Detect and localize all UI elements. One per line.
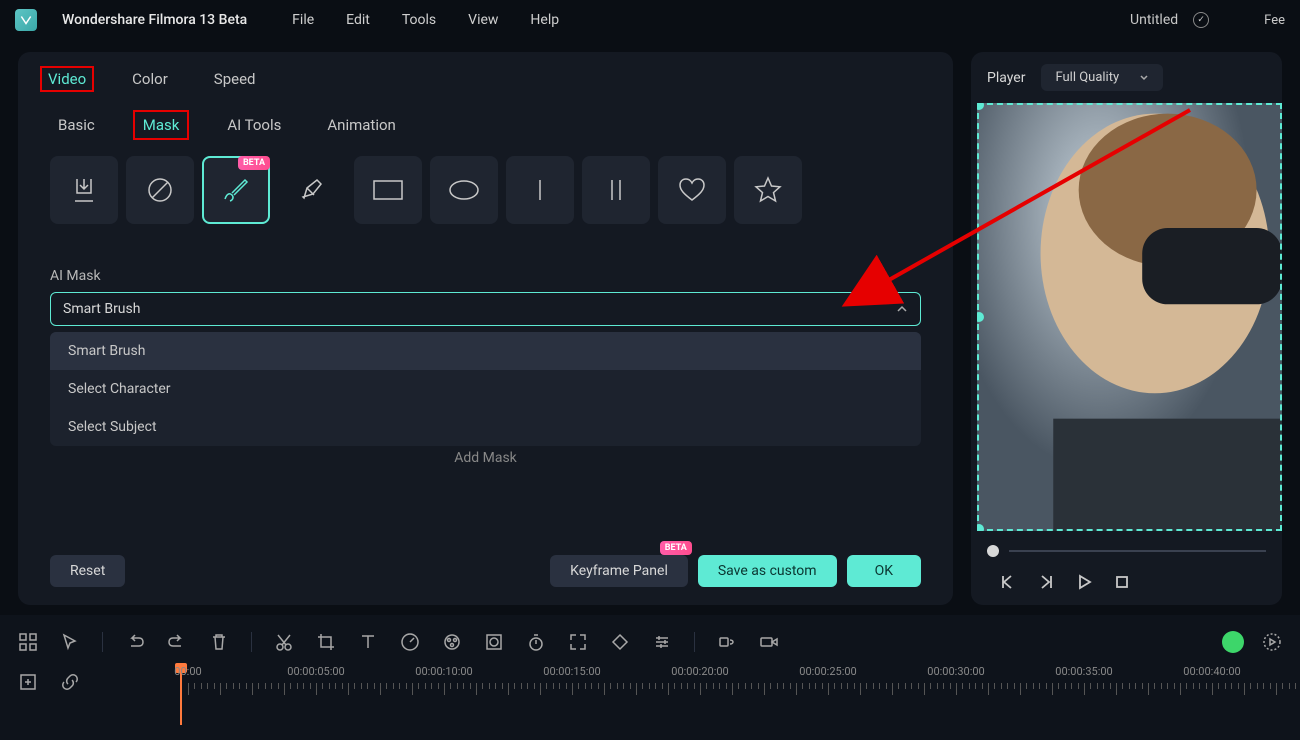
- keyframe-panel-button[interactable]: Keyframe Panel: [550, 555, 688, 587]
- time-label: 00:00:10:00: [415, 665, 472, 678]
- ai-mask-dropdown[interactable]: Smart Brush: [50, 292, 921, 326]
- time-label: 00:00:05:00: [287, 665, 344, 678]
- time-label: 00:00:30:00: [927, 665, 984, 678]
- top-menu-bar: Wondershare Filmora 13 Beta File Edit To…: [0, 0, 1300, 40]
- time-label: 00:00:25:00: [799, 665, 856, 678]
- menu-tools[interactable]: Tools: [402, 12, 436, 28]
- scrub-handle[interactable]: [987, 545, 999, 557]
- timeline: 00:00 00:00:05:00 00:00:10:00 00:00:15:0…: [0, 615, 1300, 740]
- ai-mask-dropdown-list: Smart Brush Select Character Select Subj…: [50, 332, 921, 446]
- adjust-icon[interactable]: [652, 632, 672, 652]
- reset-button[interactable]: Reset: [50, 555, 125, 587]
- delete-icon[interactable]: [209, 632, 229, 652]
- cursor-icon[interactable]: [60, 632, 80, 652]
- mask-star-icon[interactable]: [734, 156, 802, 224]
- record-icon[interactable]: [759, 632, 779, 652]
- time-label: 00:00: [174, 665, 201, 678]
- voiceover-icon[interactable]: [717, 632, 737, 652]
- render-icon[interactable]: [1262, 632, 1282, 652]
- step-forward-icon[interactable]: [1037, 573, 1055, 591]
- subtab-mask[interactable]: Mask: [133, 110, 190, 140]
- redo-icon[interactable]: [167, 632, 187, 652]
- time-label: 00:00:40:00: [1183, 665, 1240, 678]
- ai-mask-label: AI Mask: [18, 238, 953, 292]
- crop-icon[interactable]: [316, 632, 336, 652]
- app-logo: [15, 9, 37, 31]
- tab-video[interactable]: Video: [40, 66, 94, 92]
- beta-badge: BETA: [238, 156, 270, 170]
- menu-file[interactable]: File: [292, 12, 314, 28]
- properties-panel: Video Color Speed Basic Mask AI Tools An…: [18, 52, 953, 605]
- menu-view[interactable]: View: [468, 12, 498, 28]
- mask-ellipse-icon[interactable]: [430, 156, 498, 224]
- option-smart-brush[interactable]: Smart Brush: [50, 332, 921, 370]
- tab-color[interactable]: Color: [124, 66, 176, 92]
- subtab-ai-tools[interactable]: AI Tools: [219, 112, 289, 138]
- feedback-button[interactable]: Fee: [1264, 13, 1285, 28]
- mask-pen-icon[interactable]: [278, 156, 346, 224]
- mask-none-icon[interactable]: [126, 156, 194, 224]
- scrub-bar[interactable]: [971, 531, 1282, 563]
- player-panel: Player Full Quality: [971, 52, 1282, 605]
- time-label: 00:00:35:00: [1055, 665, 1112, 678]
- quality-dropdown[interactable]: Full Quality: [1041, 64, 1163, 91]
- prev-frame-icon[interactable]: [999, 573, 1017, 591]
- menu-edit[interactable]: Edit: [346, 12, 370, 28]
- mask-heart-icon[interactable]: [658, 156, 726, 224]
- preview-viewport[interactable]: [977, 103, 1282, 531]
- layout-icon[interactable]: [18, 632, 38, 652]
- time-label: 00:00:15:00: [543, 665, 600, 678]
- expand-icon[interactable]: [568, 632, 588, 652]
- keyframe-beta-badge: BETA: [660, 541, 692, 555]
- keyframe-icon[interactable]: [610, 632, 630, 652]
- player-label: Player: [987, 70, 1025, 86]
- option-select-character[interactable]: Select Character: [50, 370, 921, 408]
- document-title: Untitled: [1130, 12, 1178, 28]
- mask-double-line-icon[interactable]: [582, 156, 650, 224]
- dropdown-selected: Smart Brush: [63, 301, 140, 317]
- cut-icon[interactable]: [274, 632, 294, 652]
- time-label: 00:00:20:00: [671, 665, 728, 678]
- save-as-custom-button[interactable]: Save as custom: [698, 555, 837, 587]
- speed-icon[interactable]: [400, 632, 420, 652]
- mask-import-icon[interactable]: [50, 156, 118, 224]
- ai-assistant-icon[interactable]: [1222, 631, 1244, 653]
- undo-icon[interactable]: [125, 632, 145, 652]
- add-track-icon[interactable]: [18, 672, 38, 692]
- play-icon[interactable]: [1075, 573, 1093, 591]
- saved-status-icon: ✓: [1193, 12, 1209, 28]
- subtab-animation[interactable]: Animation: [319, 112, 403, 138]
- ok-button[interactable]: OK: [847, 555, 921, 587]
- link-icon[interactable]: [60, 672, 80, 692]
- mask-rectangle-icon[interactable]: [354, 156, 422, 224]
- option-select-subject[interactable]: Select Subject: [50, 408, 921, 446]
- chevron-up-icon: [896, 303, 908, 315]
- app-title: Wondershare Filmora 13 Beta: [62, 12, 247, 28]
- tab-speed[interactable]: Speed: [206, 66, 264, 92]
- mask-tool-icon[interactable]: [484, 632, 504, 652]
- chevron-down-icon: [1139, 73, 1149, 83]
- timeline-ruler[interactable]: 00:00 00:00:05:00 00:00:10:00 00:00:15:0…: [168, 665, 1282, 705]
- color-icon[interactable]: [442, 632, 462, 652]
- subtab-basic[interactable]: Basic: [50, 112, 103, 138]
- quality-value: Full Quality: [1055, 70, 1119, 85]
- timer-icon[interactable]: [526, 632, 546, 652]
- mask-single-line-icon[interactable]: [506, 156, 574, 224]
- add-mask-label: Add Mask: [18, 450, 953, 472]
- menu-help[interactable]: Help: [530, 12, 559, 28]
- text-icon[interactable]: [358, 632, 378, 652]
- mask-brush-icon[interactable]: BETA: [202, 156, 270, 224]
- stop-icon[interactable]: [1113, 573, 1131, 591]
